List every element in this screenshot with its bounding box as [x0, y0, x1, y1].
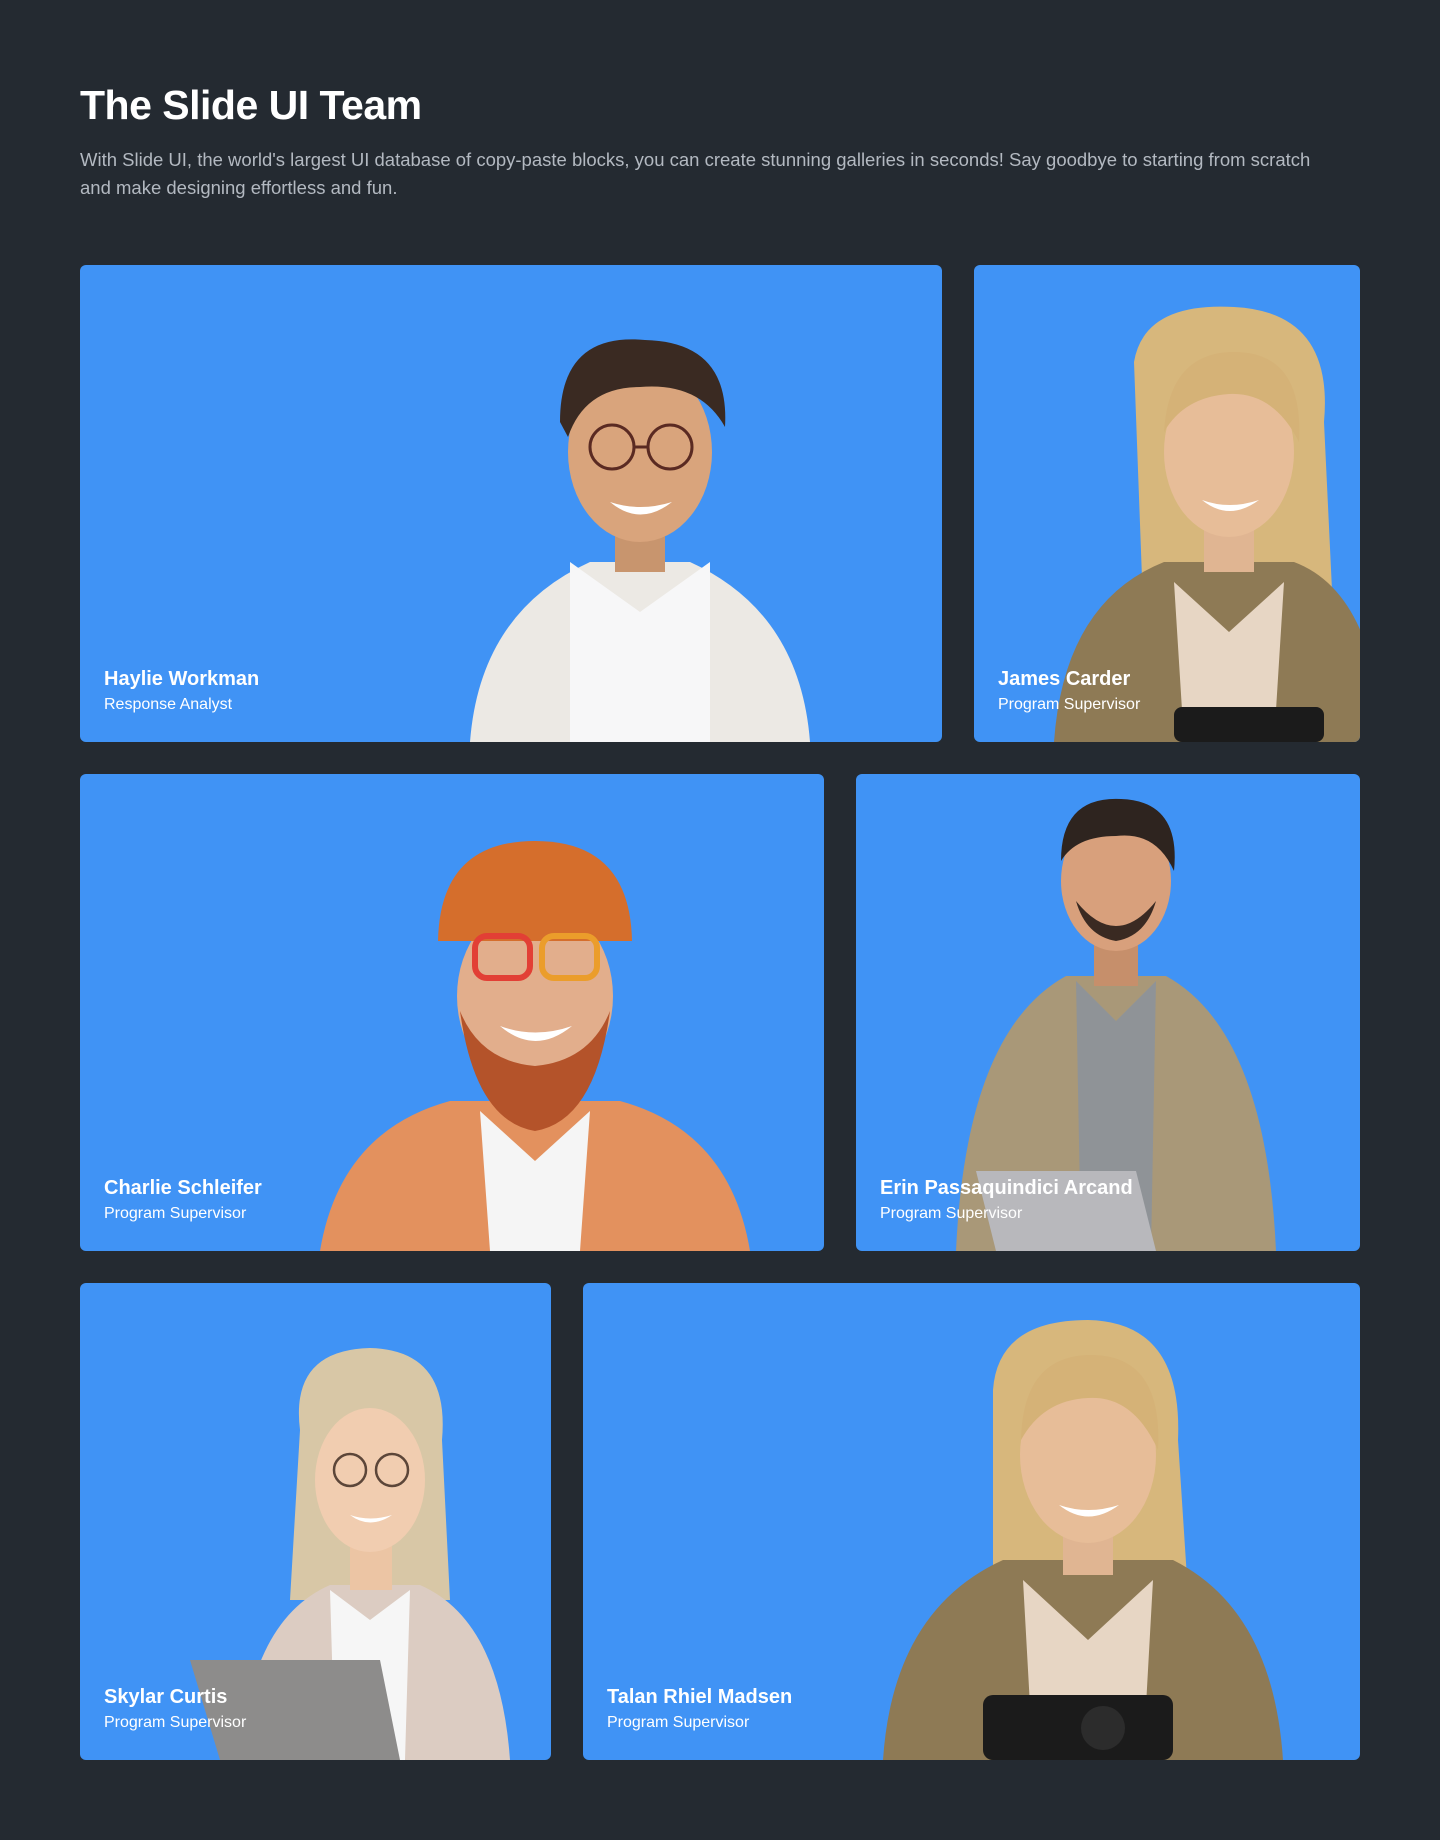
member-role: Program Supervisor [104, 1205, 247, 1222]
page-header: The Slide UI Team With Slide UI, the wor… [80, 80, 1360, 202]
member-role: Program Supervisor [998, 696, 1141, 713]
page-description: With Slide UI, the world's largest UI da… [80, 149, 1311, 198]
member-name: Skylar Curtis [104, 1686, 228, 1708]
member-role: Program Supervisor [607, 1714, 750, 1731]
member-name: Talan Rhiel Madsen [607, 1686, 793, 1708]
team-card-skylar-curtis[interactable]: Skylar Curtis Program Supervisor [80, 1283, 551, 1760]
team-card-haylie-workman[interactable]: Haylie Workman Response Analyst [80, 265, 942, 742]
team-card-erin-passaquindici-arcand[interactable]: Erin Passaquindici Arcand Program Superv… [856, 774, 1360, 1251]
member-role: Program Supervisor [880, 1205, 1023, 1222]
portrait-photo [320, 841, 750, 1251]
team-card-james-carder[interactable]: James Carder Program Supervisor [974, 265, 1360, 742]
portrait-photo [883, 1320, 1283, 1760]
page-title: The Slide UI Team [80, 82, 422, 128]
member-role: Program Supervisor [104, 1714, 247, 1731]
member-name: Erin Passaquindici Arcand [880, 1177, 1133, 1199]
member-name: James Carder [998, 668, 1131, 690]
member-name: Charlie Schleifer [104, 1177, 262, 1199]
member-role: Response Analyst [104, 696, 233, 713]
team-card-charlie-schleifer[interactable]: Charlie Schleifer Program Supervisor [80, 774, 824, 1251]
member-name: Haylie Workman [104, 668, 260, 690]
team-card-talan-rhiel-madsen[interactable]: Talan Rhiel Madsen Program Supervisor [583, 1283, 1360, 1760]
portrait-photo [470, 339, 810, 742]
